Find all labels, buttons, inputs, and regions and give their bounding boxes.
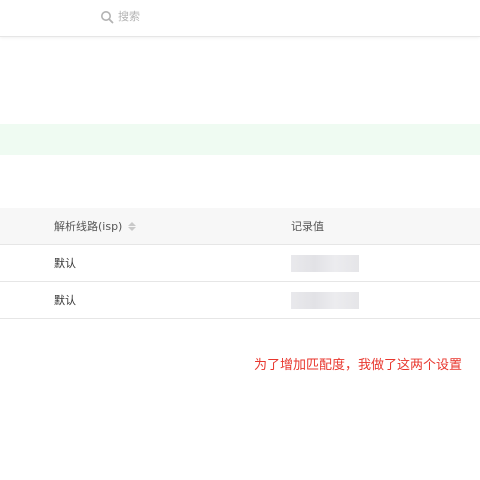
column-header-value-label: 记录值 xyxy=(291,220,324,233)
search-label: 搜索 xyxy=(118,10,140,23)
dns-record-table: 解析线路(isp) 记录值 默认 默认 xyxy=(0,208,480,319)
search-box[interactable]: 搜索 xyxy=(100,9,140,25)
column-header-value: 记录值 xyxy=(291,208,324,244)
masked-record-value xyxy=(291,291,359,309)
masked-record-value xyxy=(291,254,359,272)
column-header-line[interactable]: 解析线路(isp) xyxy=(54,208,137,244)
search-icon xyxy=(101,11,114,24)
cell-line: 默认 xyxy=(54,294,76,307)
cell-line: 默认 xyxy=(54,257,76,270)
sort-icon[interactable] xyxy=(128,221,137,231)
cell-value xyxy=(291,245,359,281)
table-row[interactable]: 默认 xyxy=(0,282,480,319)
notice-banner xyxy=(0,124,480,155)
table-row[interactable]: 默认 xyxy=(0,245,480,282)
top-header: 搜索 xyxy=(0,0,480,37)
table-header: 解析线路(isp) 记录值 xyxy=(0,208,480,245)
annotation-text: 为了增加匹配度，我做了这两个设置 xyxy=(254,358,463,373)
cell-value xyxy=(291,282,359,318)
column-header-line-label: 解析线路(isp) xyxy=(54,220,123,233)
